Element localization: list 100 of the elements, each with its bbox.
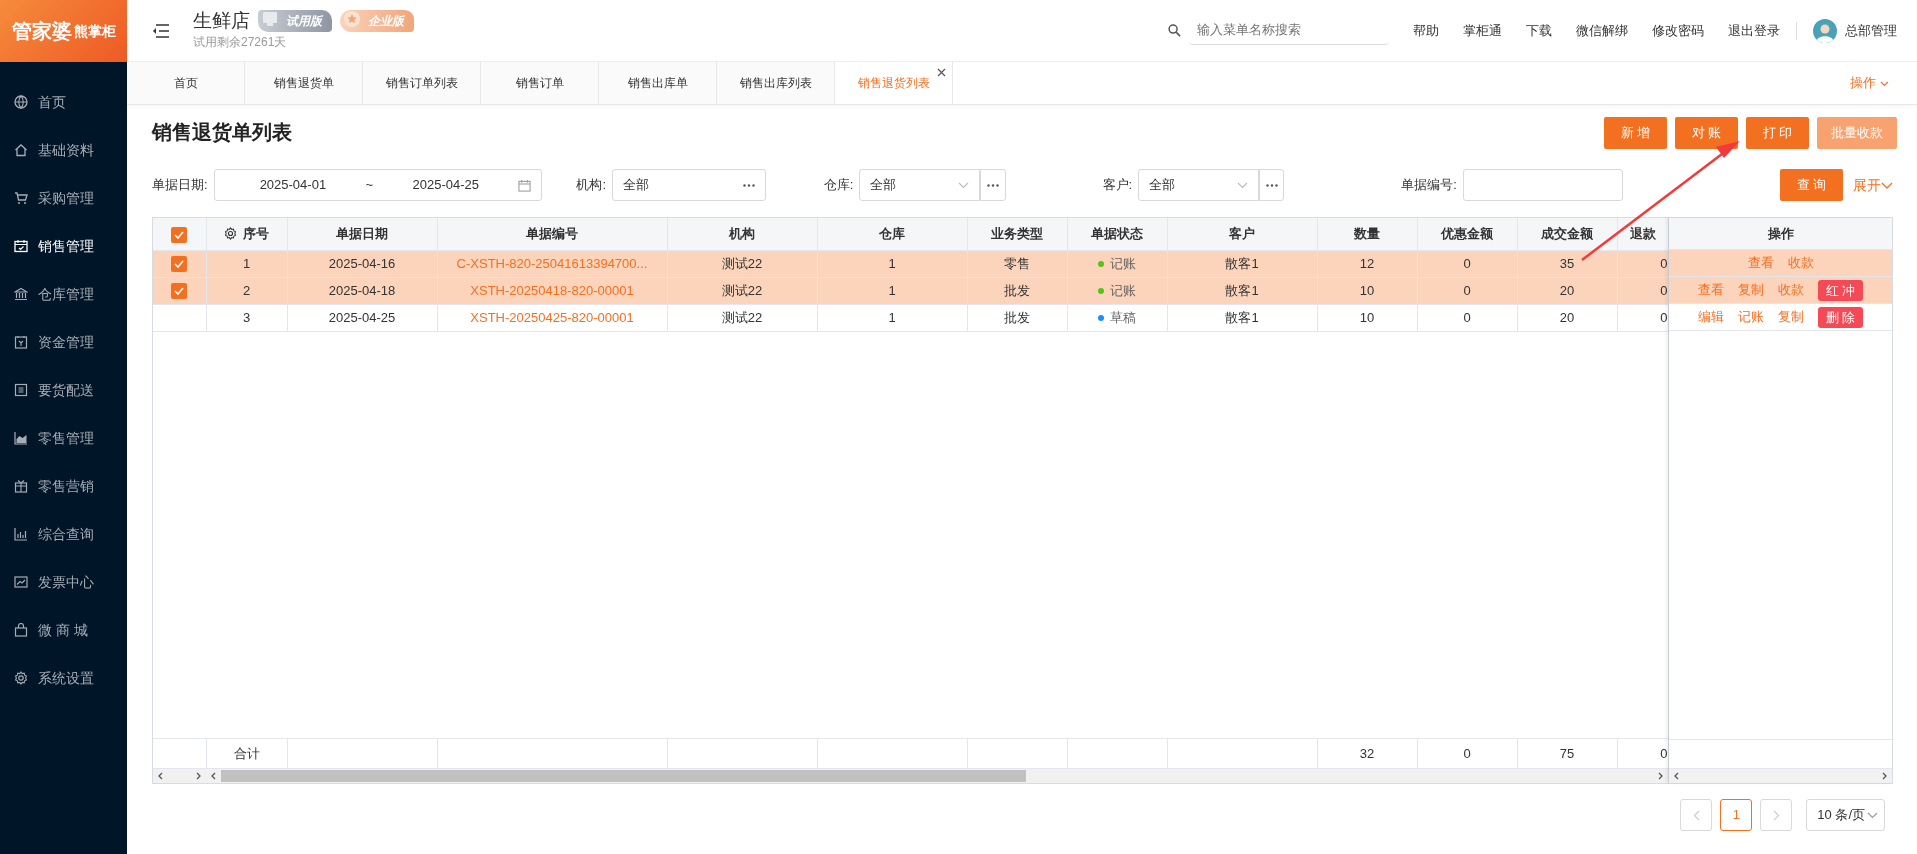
chevron-down-icon <box>1880 80 1889 87</box>
store-name: 生鲜店 <box>193 10 250 33</box>
sidebar-item[interactable]: 销售管理 <box>0 222 127 270</box>
chevron-left-icon <box>1692 809 1700 821</box>
table-cell: 1 <box>888 255 896 271</box>
table-cell: 散客1 <box>1225 309 1259 325</box>
table-cell: 20 <box>1559 309 1575 325</box>
calendar-icon <box>14 239 28 253</box>
check-icon <box>174 230 185 239</box>
filter-label: 仓库: <box>823 176 854 195</box>
sidebar-item[interactable]: 微 商 城 <box>0 606 127 654</box>
sidebar-item[interactable]: 仓库管理 <box>0 270 127 318</box>
header-link[interactable]: 掌柜通 <box>1463 20 1502 41</box>
sidebar-item[interactable]: 零售管理 <box>0 414 127 462</box>
table-cell: 0 <box>1660 745 1667 761</box>
tab[interactable]: 销售出库列表 <box>717 62 835 104</box>
sidebar-item[interactable]: 发票中心 <box>0 558 127 606</box>
table-cell: 3 <box>242 309 251 325</box>
check-icon <box>174 287 185 296</box>
tab[interactable]: 销售订单 <box>481 62 599 104</box>
tab[interactable]: 销售订单列表 <box>363 62 481 104</box>
page-size-select[interactable]: 10 条/页 <box>1806 799 1885 831</box>
gift-icon <box>14 479 28 493</box>
tab[interactable]: 销售退货单 <box>245 62 363 104</box>
org-select[interactable]: 全部 <box>612 169 766 201</box>
tab[interactable]: 首页 <box>127 62 245 104</box>
close-icon[interactable] <box>937 68 946 77</box>
sidebar-item[interactable]: 资金管理 <box>0 318 127 366</box>
row-checkbox[interactable] <box>171 283 188 300</box>
bag-icon <box>14 623 28 637</box>
table-cell: 0 <box>1463 255 1471 271</box>
table-cell: 35 <box>1559 255 1575 271</box>
filter-label: 单据日期: <box>152 176 208 195</box>
column-header: 单据状态 <box>1091 226 1143 241</box>
table-row[interactable]: 2 2025-04-18 XSTH-20250418-820-00001 测试22 1 批发 记账 散客1 10 0 20 0 <box>153 277 1668 304</box>
sidebar-item[interactable]: 综合查询 <box>0 510 127 558</box>
avatar[interactable] <box>1813 18 1837 43</box>
end-date: 2025-04-25 <box>412 176 480 195</box>
select-all-checkbox[interactable] <box>171 226 188 243</box>
more-button[interactable] <box>1258 169 1285 201</box>
line-chart-icon <box>14 575 28 589</box>
customer-select[interactable]: 全部 <box>1138 169 1259 201</box>
user-name[interactable]: 总部管理 <box>1845 20 1897 41</box>
table-cell: 1 <box>888 282 896 298</box>
header-link[interactable]: 微信解绑 <box>1576 20 1628 41</box>
column-header: 成交金额 <box>1541 226 1593 241</box>
scroll-right-icon[interactable] <box>1657 772 1664 780</box>
table-cell: 75 <box>1559 745 1575 761</box>
scroll-left-icon[interactable] <box>157 772 164 780</box>
header-link[interactable]: 下载 <box>1526 20 1552 41</box>
row-danger-button[interactable]: 删 除 <box>1817 306 1864 328</box>
sidebar-item[interactable]: 基础资料 <box>0 126 127 174</box>
more-button[interactable] <box>979 169 1006 201</box>
sidebar-item[interactable]: 要货配送 <box>0 366 127 414</box>
table-cell: 2025-04-16 <box>328 255 396 271</box>
total-label: 合计 <box>233 745 260 761</box>
scrollbar-thumb[interactable] <box>221 770 1026 782</box>
row-checkbox[interactable] <box>171 256 188 273</box>
date-range-field[interactable]: 2025-04-01 ~ 2025-04-25 <box>213 169 543 201</box>
search-icon <box>1168 24 1181 37</box>
scroll-right-icon[interactable] <box>195 772 202 780</box>
table-row[interactable]: 1 2025-04-16 C-XSTH-820-25041613394700... 测试22 1 零售 记账 散客1 12 0 35 0 <box>153 250 1668 277</box>
row-danger-button[interactable]: 红 冲 <box>1817 279 1864 301</box>
trial-badge: 试用版 <box>258 10 332 33</box>
tab[interactable]: 销售出库单 <box>599 62 717 104</box>
column-header: 优惠金额 <box>1441 226 1493 241</box>
header-link[interactable]: 帮助 <box>1413 20 1439 41</box>
trial-remaining: 试用剩余27261天 <box>193 33 288 51</box>
column-header: 数量 <box>1354 226 1380 241</box>
edition-badge: 企业版 <box>340 10 414 33</box>
header-link[interactable]: 修改密码 <box>1652 20 1704 41</box>
warehouse-select[interactable]: 全部 <box>859 169 980 201</box>
table-cell: 20 <box>1559 282 1575 298</box>
chevron-down-icon <box>957 181 969 189</box>
chevron-right-icon <box>1772 809 1780 821</box>
table-row[interactable]: 3 2025-04-25 XSTH-20250425-820-00001 测试22 1 批发 草稿 散客1 10 0 20 0 <box>153 304 1668 331</box>
table-cell: 1 <box>242 255 251 271</box>
menu-fold-icon[interactable] <box>151 22 169 39</box>
table-cell: 0 <box>1463 309 1471 325</box>
bank-icon <box>14 287 28 301</box>
filter-label: 客户: <box>1102 176 1133 195</box>
bar-chart-icon <box>14 527 28 541</box>
table-cell: 0 <box>1660 282 1667 298</box>
status-label: 记账 <box>1110 282 1136 298</box>
table-cell: 1 <box>888 309 896 325</box>
more-icon <box>742 183 755 187</box>
sidebar-item[interactable]: 采购管理 <box>0 174 127 222</box>
table-cell: 32 <box>1359 745 1375 761</box>
sidebar-item[interactable]: 首页 <box>0 78 127 126</box>
settings-icon[interactable] <box>224 227 237 240</box>
calendar-icon <box>518 178 532 192</box>
header-link[interactable]: 退出登录 <box>1728 20 1780 41</box>
doc-number-field[interactable] <box>1462 169 1623 201</box>
scroll-left-icon[interactable] <box>1673 772 1680 780</box>
list-icon <box>14 383 28 397</box>
sidebar-item[interactable]: 零售营销 <box>0 462 127 510</box>
area-chart-icon <box>14 431 28 445</box>
sidebar-item[interactable]: 系统设置 <box>0 654 127 702</box>
scroll-right-icon[interactable] <box>1881 772 1888 780</box>
scroll-left-icon[interactable] <box>210 772 217 780</box>
